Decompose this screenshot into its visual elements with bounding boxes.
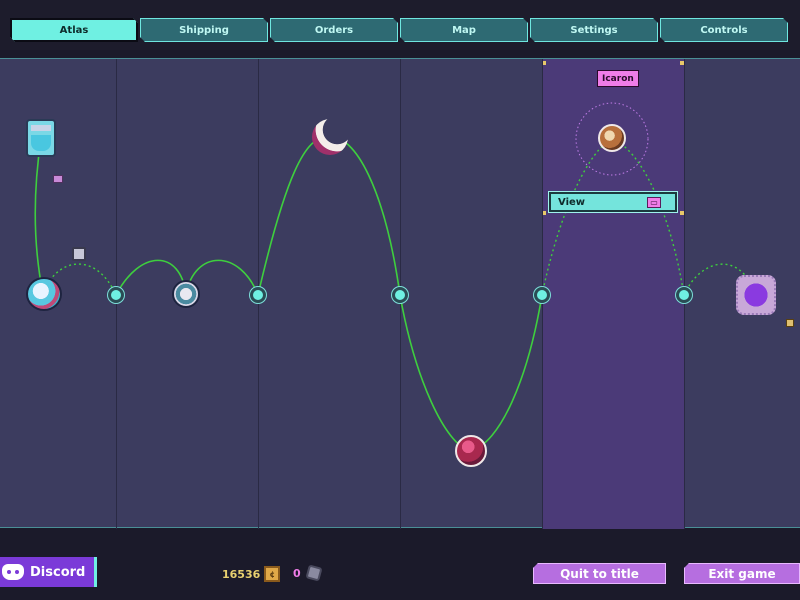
waypoint-node[interactable] [534,287,550,303]
parts-value: 0 [293,566,301,580]
planet-tooltip: Icaron [597,70,639,87]
route-segment [257,136,330,296]
cargo-icon [786,319,794,327]
gear-icon [305,564,323,582]
cargo-icon [53,175,63,183]
credits-counter: 16536 ¢ [222,566,281,582]
tab-shipping[interactable]: Shipping [140,18,268,42]
planet-ice[interactable] [26,277,62,311]
exit-game-button[interactable]: Exit game [684,563,800,584]
beacon-icon [72,247,86,261]
quit-to-title-button[interactable]: Quit to title [533,563,666,584]
tab-atlas[interactable]: Atlas [10,18,138,42]
waypoint-node[interactable] [676,287,692,303]
route-segment [541,138,613,296]
parts-counter: 0 [293,564,323,582]
keybind-icon: ▭ [647,197,661,208]
tab-settings[interactable]: Settings [530,18,658,42]
discord-button[interactable]: Discord [0,557,97,587]
route-segment [611,138,685,296]
view-button[interactable]: View ▭ [548,191,678,213]
coin-icon: ¢ [264,566,281,582]
route-segment [328,136,401,296]
discord-label: Discord [30,564,86,580]
view-button-label: View [558,196,586,208]
planet-nebula[interactable] [736,275,776,315]
planet-crimson[interactable] [455,435,487,467]
discord-icon [2,564,24,580]
top-nav: Atlas Shipping Orders Map Settings Contr… [0,0,800,50]
waypoint-node[interactable] [108,287,124,303]
route-segment [34,138,44,295]
waypoint-node[interactable] [392,287,408,303]
tab-map[interactable]: Map [400,18,528,42]
planet-ringed[interactable] [172,280,200,308]
station-icon[interactable] [26,119,56,157]
planet-crescent[interactable] [312,119,348,155]
atlas-map: Icaron View ▭ [0,58,800,529]
tab-controls[interactable]: Controls [660,18,788,42]
route-segment [469,294,543,452]
tab-orders[interactable]: Orders [270,18,398,42]
route-segment [399,294,471,452]
credits-value: 16536 [222,567,261,581]
waypoint-node[interactable] [250,287,266,303]
planet-icaron[interactable] [598,124,626,152]
